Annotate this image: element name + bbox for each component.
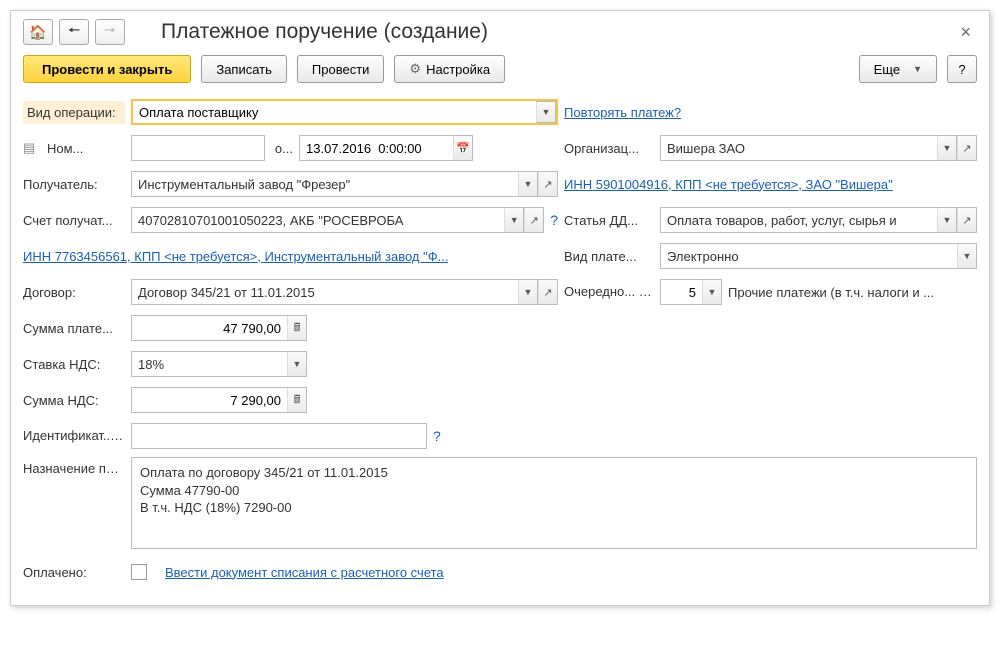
repeat-payment-link[interactable]: Повторять платеж?	[564, 105, 681, 120]
payment-id-label: Идентификат... платежа:	[23, 429, 125, 443]
open-button[interactable]: ↗	[538, 171, 558, 197]
forward-button[interactable]: 🠖	[95, 19, 125, 45]
vat-sum-label: Сумма НДС:	[23, 393, 125, 408]
add-writeoff-link[interactable]: Ввести документ списания с расчетного сч…	[165, 565, 444, 580]
calendar-button[interactable]: 📅	[453, 135, 473, 161]
open-icon: ↗	[543, 178, 552, 191]
recipient-label: Получатель:	[23, 177, 125, 192]
number-field[interactable]	[131, 135, 265, 161]
open-button[interactable]: ↗	[524, 207, 544, 233]
dropdown-button[interactable]: ▼	[518, 171, 538, 197]
close-button[interactable]: ×	[954, 22, 977, 43]
priority-label: Очередно... платежа:	[564, 285, 654, 299]
sum-input[interactable]	[131, 315, 287, 341]
payment-id-field[interactable]	[131, 423, 427, 449]
priority-input[interactable]	[660, 279, 702, 305]
form-area: Вид операции: ▼ Повторять платеж? ▤ Ном.…	[11, 93, 989, 605]
purpose-textarea[interactable]: Оплата по договору 345/21 от 11.01.2015 …	[131, 457, 977, 549]
from-label: о...	[271, 141, 293, 156]
gear-icon	[409, 61, 421, 77]
priority-field[interactable]: ▼	[660, 279, 722, 305]
sum-field[interactable]: 🖩	[131, 315, 307, 341]
date-field[interactable]: 📅	[299, 135, 473, 161]
calculator-icon: 🖩	[294, 391, 301, 410]
contract-field[interactable]: Договор 345/21 от 11.01.2015 ▼ ↗	[131, 279, 558, 305]
dropdown-button[interactable]: ▼	[504, 207, 524, 233]
save-button[interactable]: Записать	[201, 55, 287, 83]
org-inn-link[interactable]: ИНН 5901004916, КПП <не требуется>, ЗАО …	[564, 177, 893, 192]
calculator-icon: 🖩	[294, 319, 301, 338]
operation-type-field[interactable]: ▼	[131, 99, 558, 125]
open-icon: ↗	[962, 142, 971, 155]
paid-checkbox[interactable]	[131, 564, 147, 580]
settings-button[interactable]: Настройка	[394, 55, 505, 83]
organization-label: Организац...	[564, 141, 654, 156]
calendar-icon: 📅	[456, 142, 470, 155]
contract-label: Договор:	[23, 285, 125, 300]
vat-sum-field[interactable]: 🖩	[131, 387, 307, 413]
recipient-inn-link[interactable]: ИНН 7763456561, КПП <не требуется>, Инст…	[23, 249, 448, 264]
window-title: Платежное поручение (создание)	[161, 20, 948, 44]
organization-field[interactable]: Вишера ЗАО ▼ ↗	[660, 135, 977, 161]
help-button[interactable]: ?	[947, 55, 977, 83]
open-button[interactable]: ↗	[538, 279, 558, 305]
back-button[interactable]: 🠔	[59, 19, 89, 45]
date-input[interactable]	[299, 135, 453, 161]
post-button[interactable]: Провести	[297, 55, 385, 83]
dropdown-button[interactable]: ▼	[937, 207, 957, 233]
post-and-close-button[interactable]: Провести и закрыть	[23, 55, 191, 83]
payment-kind-field[interactable]: Электронно ▼	[660, 243, 977, 269]
help-icon[interactable]: ?	[433, 428, 441, 444]
payment-id-input[interactable]	[131, 423, 427, 449]
open-icon: ↗	[962, 214, 971, 227]
open-icon: ↗	[530, 214, 539, 227]
dds-field[interactable]: Оплата товаров, работ, услуг, сырья и ▼ …	[660, 207, 977, 233]
more-button[interactable]: Еще▼	[859, 55, 937, 83]
dropdown-button[interactable]: ▼	[536, 101, 556, 123]
sum-label: Сумма плате...	[23, 321, 125, 336]
document-icon: ▤	[23, 140, 41, 156]
vat-rate-field[interactable]: 18% ▼	[131, 351, 307, 377]
home-button[interactable]: 🏠	[23, 19, 53, 45]
paid-label: Оплачено:	[23, 565, 125, 580]
operation-type-input[interactable]	[133, 101, 536, 123]
purpose-label: Назначение платежа:	[23, 457, 125, 477]
open-button[interactable]: ↗	[957, 135, 977, 161]
number-label: Ном...	[47, 141, 125, 156]
calculator-button[interactable]: 🖩	[287, 315, 307, 341]
recipient-field[interactable]: Инструментальный завод "Фрезер" ▼ ↗	[131, 171, 558, 197]
open-icon: ↗	[543, 286, 552, 299]
dropdown-button[interactable]: ▼	[518, 279, 538, 305]
dropdown-button[interactable]: ▼	[937, 135, 957, 161]
dropdown-button[interactable]: ▼	[287, 351, 307, 377]
dds-label: Статья ДД...	[564, 213, 654, 228]
dropdown-button[interactable]: ▼	[702, 279, 722, 305]
operation-type-label: Вид операции:	[23, 101, 125, 124]
help-icon[interactable]: ?	[550, 212, 558, 228]
recipient-account-field[interactable]: 40702810701001050223, АКБ "РОСЕВРОБА ▼ ↗	[131, 207, 544, 233]
open-button[interactable]: ↗	[957, 207, 977, 233]
number-input[interactable]	[131, 135, 265, 161]
calculator-button[interactable]: 🖩	[287, 387, 307, 413]
caret-icon: ▼	[913, 64, 922, 74]
priority-note: Прочие платежи (в т.ч. налоги и ...	[728, 285, 977, 300]
titlebar: 🏠 🠔 🠖 Платежное поручение (создание) ×	[11, 11, 989, 49]
toolbar: Провести и закрыть Записать Провести Нас…	[11, 49, 989, 93]
payment-kind-label: Вид плате...	[564, 249, 654, 264]
vat-rate-label: Ставка НДС:	[23, 357, 125, 372]
recipient-account-label: Счет получат...	[23, 213, 125, 228]
payment-order-window: 🏠 🠔 🠖 Платежное поручение (создание) × П…	[10, 10, 990, 606]
vat-sum-input[interactable]	[131, 387, 287, 413]
dropdown-button[interactable]: ▼	[957, 243, 977, 269]
